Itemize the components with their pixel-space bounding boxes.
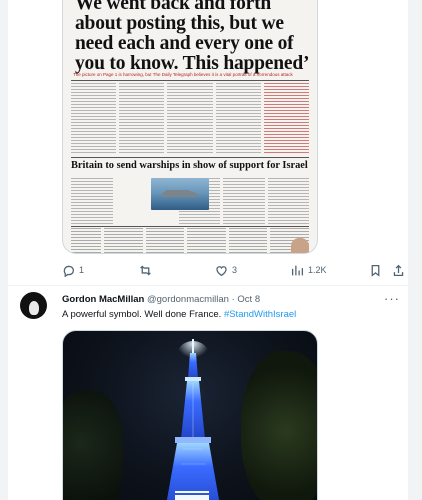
tweet-header: Gordon MacMillan @gordonmacmillan · Oct … [62,294,260,305]
share-icon [393,264,404,276]
bookmark-icon [371,264,380,277]
newspaper-columns [71,83,310,155]
newspaper-second-headline: Britain to send warships in show of supp… [71,160,308,171]
newspaper-image[interactable]: We went back and forth about posting thi… [62,0,318,254]
reply-button[interactable]: 1 [62,261,84,279]
foliage-right [241,351,317,500]
retweet-button[interactable] [139,261,156,279]
share-button[interactable] [392,261,405,279]
newspaper-index [71,228,309,253]
heart-icon [216,265,227,276]
avatar[interactable] [20,292,47,319]
newspaper-rule [71,157,309,158]
bookmark-button[interactable] [369,261,382,279]
newspaper-caption: The picture on Page 1 is harrowing, but … [73,72,293,77]
retweet-icon [140,265,151,275]
views-count: 1.2K [308,265,327,275]
tweet-body: A powerful symbol. Well done France. [62,309,222,320]
timeline: We went back and forth about posting thi… [8,0,408,500]
views-button[interactable]: 1.2K [291,261,327,279]
columnist-photo [291,238,309,253]
display-name[interactable]: Gordon MacMillan [62,294,144,305]
eiffel-tower-photo[interactable] [62,330,318,500]
eiffel-tower-illustration [166,339,220,500]
like-button[interactable]: 3 [215,261,237,279]
newspaper-headline: We went back and forth about posting thi… [75,0,310,74]
avatar-face [28,301,39,315]
tweet-date[interactable]: Oct 8 [237,294,260,305]
tweet-divider [8,285,408,286]
newspaper-rule [71,226,309,227]
reply-icon [63,265,75,277]
foliage-left [63,391,123,500]
more-options-icon[interactable]: ··· [384,291,400,306]
tweet-actions: 1 3 1.2K [62,261,406,279]
reply-count: 1 [79,265,85,275]
views-icon [291,265,304,275]
israel-flag [175,491,209,500]
hashtag-link[interactable]: #StandWithIsrael [224,309,296,320]
newspaper-rule [71,80,309,81]
dot-separator: · [231,294,235,305]
warship-photo [151,178,209,210]
like-count: 3 [232,265,238,275]
tweet-text: A powerful symbol. Well done France. #St… [62,309,296,320]
user-handle[interactable]: @gordonmacmillan [147,294,229,305]
